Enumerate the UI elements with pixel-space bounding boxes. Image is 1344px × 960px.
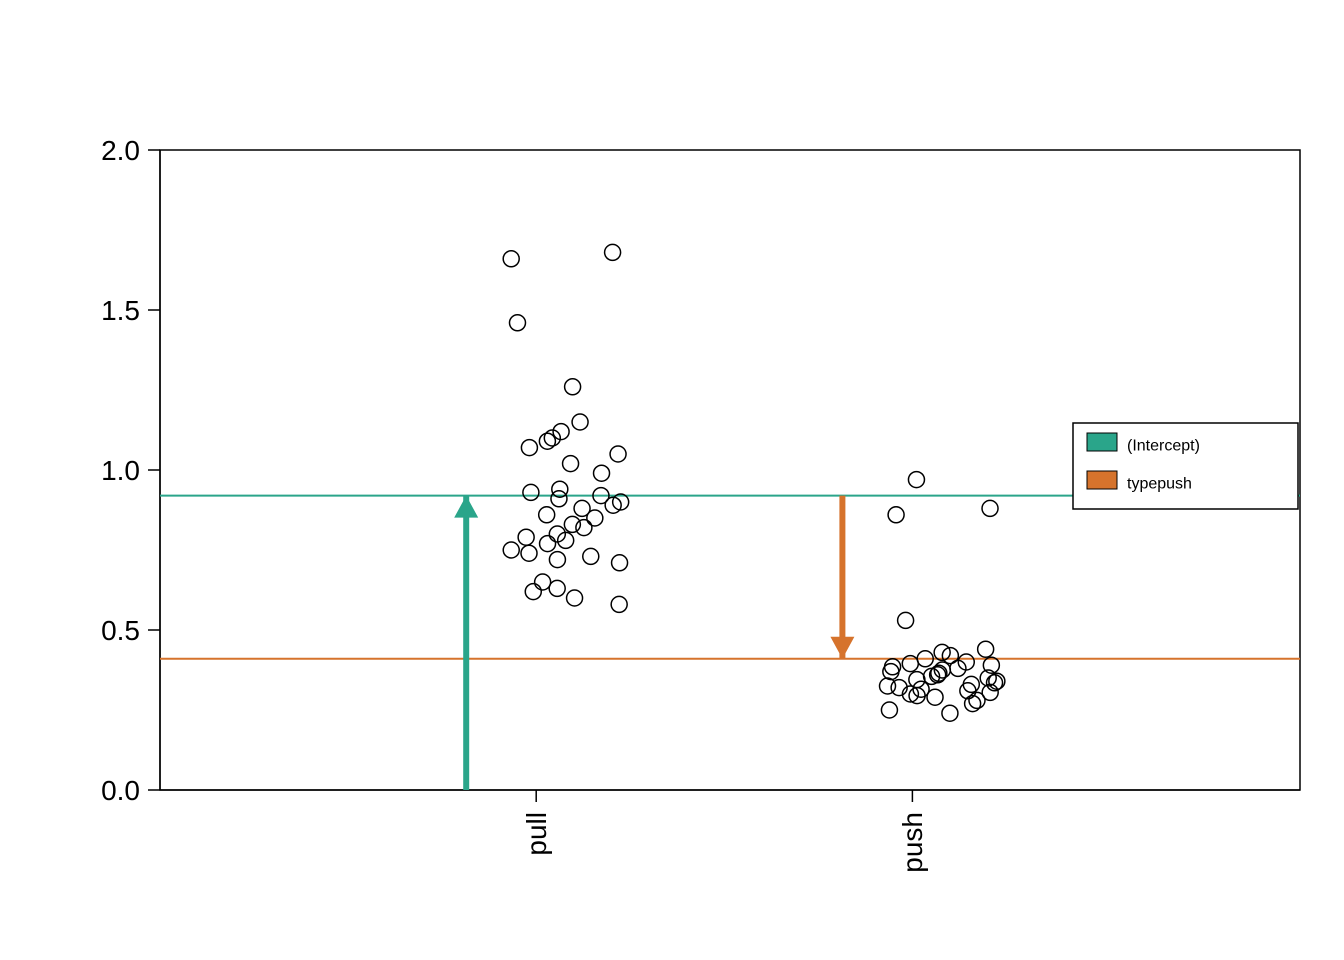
data-point xyxy=(881,702,897,718)
data-point xyxy=(563,456,579,472)
data-point xyxy=(908,472,924,488)
data-point xyxy=(594,465,610,481)
data-point xyxy=(518,529,534,545)
x-tick-0: pull xyxy=(521,790,552,856)
intercept-arrow xyxy=(454,496,478,790)
data-point xyxy=(982,500,998,516)
data-point xyxy=(565,379,581,395)
data-point xyxy=(521,545,537,561)
typepush-arrow xyxy=(830,496,854,659)
y-tick-2: 1.0 xyxy=(101,455,160,486)
data-point xyxy=(611,596,627,612)
y-tick-label-3: 1.5 xyxy=(101,295,140,326)
data-point xyxy=(525,584,541,600)
data-point xyxy=(549,580,565,596)
data-point xyxy=(942,705,958,721)
y-tick-0: 0.0 xyxy=(101,775,160,806)
data-point xyxy=(535,574,551,590)
y-tick-label-1: 0.5 xyxy=(101,615,140,646)
x-tick-1: push xyxy=(897,790,928,873)
data-point xyxy=(521,440,537,456)
data-point xyxy=(551,491,567,507)
legend-label-1: typepush xyxy=(1127,476,1192,493)
y-tick-label-4: 2.0 xyxy=(101,135,140,166)
data-point xyxy=(523,484,539,500)
data-point xyxy=(605,244,621,260)
data-point xyxy=(610,446,626,462)
legend-label-0: (Intercept) xyxy=(1127,438,1200,455)
data-point xyxy=(539,507,555,523)
y-tick-label-0: 0.0 xyxy=(101,775,140,806)
data-point xyxy=(587,510,603,526)
data-point xyxy=(927,689,943,705)
data-point xyxy=(888,507,904,523)
points-pull xyxy=(503,244,628,612)
legend-swatch-typepush xyxy=(1087,471,1117,489)
data-point xyxy=(898,612,914,628)
data-point xyxy=(564,516,580,532)
x-tick-label-1: push xyxy=(897,812,928,873)
legend: (Intercept) typepush xyxy=(1073,423,1298,509)
y-tick-3: 1.5 xyxy=(101,295,160,326)
data-point xyxy=(503,542,519,558)
data-point xyxy=(583,548,599,564)
data-point xyxy=(567,590,583,606)
data-point xyxy=(544,430,560,446)
chart-container: 0.0 0.5 1.0 1.5 2.0 pull push xyxy=(0,0,1344,960)
data-point xyxy=(978,641,994,657)
data-point xyxy=(539,433,555,449)
y-tick-1: 0.5 xyxy=(101,615,160,646)
data-point xyxy=(572,414,588,430)
data-point xyxy=(503,251,519,267)
chart-svg: 0.0 0.5 1.0 1.5 2.0 pull push xyxy=(0,0,1344,960)
y-tick-label-2: 1.0 xyxy=(101,455,140,486)
data-point xyxy=(549,552,565,568)
x-tick-label-0: pull xyxy=(521,812,552,856)
legend-swatch-intercept xyxy=(1087,433,1117,451)
y-tick-4: 2.0 xyxy=(101,135,160,166)
data-point xyxy=(576,520,592,536)
data-point xyxy=(612,555,628,571)
data-point xyxy=(540,536,556,552)
data-point xyxy=(509,315,525,331)
data-point xyxy=(909,672,925,688)
points-push xyxy=(880,472,1005,722)
data-point xyxy=(969,692,985,708)
data-point xyxy=(880,678,896,694)
data-point xyxy=(553,424,569,440)
